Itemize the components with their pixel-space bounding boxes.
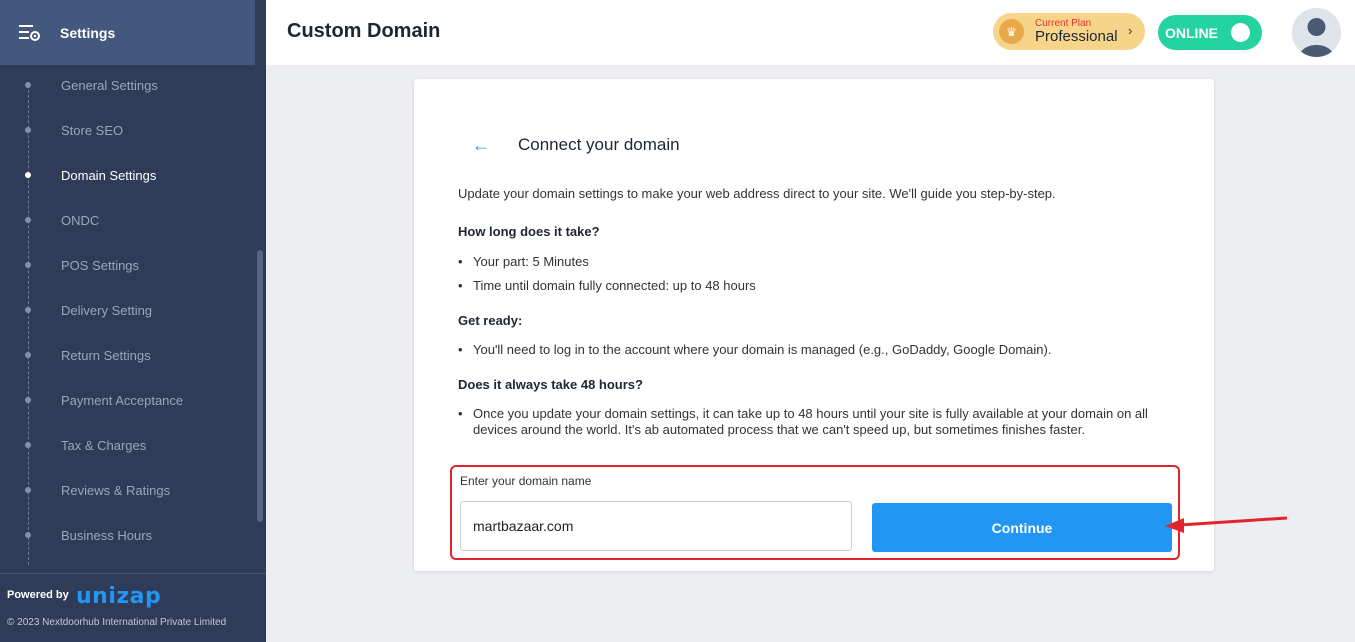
bullet-dot [25,127,31,133]
plan-name: Professional [1035,28,1118,45]
red-annotation-arrow [1165,516,1288,533]
sidebar-item-label: ONDC [61,213,100,228]
section-heading: Does it always take 48 hours? [458,377,643,392]
domain-label: Enter your domain name [460,474,592,488]
avatar[interactable] [1292,8,1341,57]
bullet-dot [25,442,31,448]
bullet-dot [25,82,31,88]
sidebar-item-pos-settings[interactable]: POS Settings [0,245,255,290]
bullet-dot [25,397,31,403]
sidebar-scrollbar[interactable] [257,250,263,522]
user-avatar-icon [1292,8,1341,57]
sidebar-item-store-seo[interactable]: Store SEO [0,110,255,155]
sidebar-item-label: Domain Settings [61,168,157,183]
sidebar-item-label: Store SEO [61,123,124,138]
sidebar-item-payment-acceptance[interactable]: Payment Acceptance [0,380,255,425]
sidebar-item-label: POS Settings [61,258,140,273]
sidebar-item-label: Delivery Setting [61,303,153,318]
bullet-item: • Time until domain fully connected: up t… [458,278,756,293]
settings-menu-icon [19,25,40,41]
toggle-knob [1231,23,1250,42]
copyright-text: © 2023 Nextdoorhub International Private… [7,617,227,628]
brand-logo: unizap [76,584,162,609]
bullet-item: • Once you update your domain settings, i… [458,406,1148,437]
online-toggle[interactable]: ONLINE [1158,15,1262,50]
current-plan-badge[interactable]: ♛ Current Plan Professional › [993,13,1145,50]
crown-icon: ♛ [999,19,1024,44]
top-bar: Custom Domain ♛ Current Plan Professiona… [266,0,1355,65]
domain-entry-highlight: Enter your domain name Continue [450,465,1180,560]
bullet-dot [25,172,31,178]
section-heading: How long does it take? [458,224,600,239]
connect-domain-card: ← Connect your domain Update your domain… [414,79,1214,571]
bullet-dot [25,352,31,358]
sidebar-item-general-settings[interactable]: General Settings [0,65,255,110]
sidebar-item-label: Tax & Charges [61,438,147,453]
continue-button[interactable]: Continue [872,503,1172,552]
bullet-dot [25,487,31,493]
sidebar-item-delivery-setting[interactable]: Delivery Setting [0,290,255,335]
sidebar-item-label: Return Settings [61,348,151,363]
sidebar-item-reviews-ratings[interactable]: Reviews & Ratings [0,470,255,515]
back-arrow-icon[interactable]: ← [472,135,490,156]
online-status-label: ONLINE [1165,25,1218,41]
intro-text: Update your domain settings to make your… [458,186,1056,201]
sidebar-footer: Powered by unizap © 2023 Nextdoorhub Int… [0,573,266,642]
sidebar-title: Settings [60,25,116,41]
sidebar-item-label: General Settings [61,78,158,93]
domain-input[interactable] [460,501,852,551]
bullet-dot [25,217,31,223]
card-title: Connect your domain [518,135,680,154]
sidebar-item-return-settings[interactable]: Return Settings [0,335,255,380]
bullet-item: • You'll need to log in to the account wh… [458,342,1052,357]
powered-by-text: Powered by [7,589,69,601]
chevron-right-icon: › [1128,23,1133,38]
sidebar-item-label: Business Hours [61,528,153,543]
sidebar-item-label: Payment Acceptance [61,393,184,408]
sidebar-item-label: Reviews & Ratings [61,483,171,498]
section-heading: Get ready: [458,313,523,328]
sidebar-header[interactable]: Settings [0,0,255,65]
sidebar: Settings General Settings Store SEO Doma… [0,0,266,642]
sidebar-item-tax-charges[interactable]: Tax & Charges [0,425,255,470]
page-title: Custom Domain [287,20,441,42]
bullet-item: • Your part: 5 Minutes [458,254,589,269]
sidebar-item-ondc[interactable]: ONDC [0,200,255,245]
sidebar-item-domain-settings[interactable]: Domain Settings [0,155,255,200]
bullet-dot [25,262,31,268]
sidebar-item-business-hours[interactable]: Business Hours [0,515,255,560]
bullet-dot [25,307,31,313]
bullet-dot [25,532,31,538]
